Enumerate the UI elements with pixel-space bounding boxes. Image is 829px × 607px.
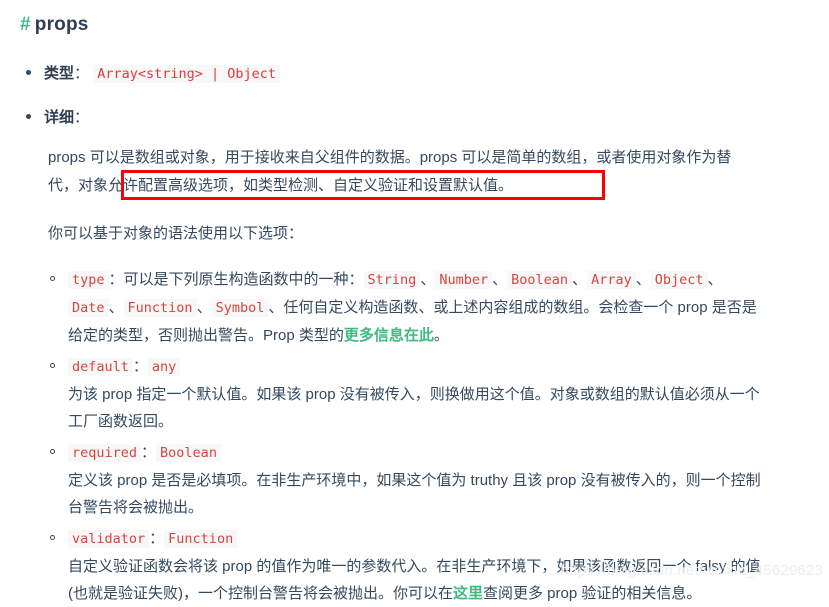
option-value-required: Boolean xyxy=(156,443,221,462)
highlighted-sentence: 对象允许配置高级选项，如类型检测、自定义验证和设置默认值。 xyxy=(78,176,514,194)
option-value-default: any xyxy=(147,357,181,376)
type-option-Object: Object xyxy=(650,270,708,289)
option-desc-type-before: 可以是下列原生构造函数中的一种： xyxy=(123,270,364,288)
option-default-head: default： any xyxy=(68,357,181,376)
type-option-String: String xyxy=(363,270,421,289)
type-option-Symbol: Symbol xyxy=(211,298,269,317)
sep: 、 xyxy=(268,298,284,316)
detail-body: props 可以是数组或对象，用于接收来自父组件的数据。props 可以是简单的… xyxy=(48,144,809,607)
option-colon-type: ： xyxy=(108,270,124,288)
type-option-Array: Array xyxy=(587,270,636,289)
option-name-default: default xyxy=(68,357,133,376)
option-name-required: required xyxy=(68,443,142,462)
type-colon: ： xyxy=(74,64,90,82)
circle-bullet-icon xyxy=(50,534,55,540)
type-value-code: Array<string> | Object xyxy=(93,64,281,83)
option-required-head: required： Boolean xyxy=(68,443,221,462)
type-label: 类型 xyxy=(44,64,75,82)
heading-text: props xyxy=(34,14,89,35)
type-option-Function: Function xyxy=(123,298,197,317)
intro-paragraph: props 可以是数组或对象，用于接收来自父组件的数据。props 可以是简单的… xyxy=(48,144,738,200)
detail-label: 详细 xyxy=(44,109,75,127)
option-desc-type-tail: 。 xyxy=(433,326,449,344)
option-validator-head: validator： Function xyxy=(68,529,238,548)
list-item-type: 类型： Array<string> | Object xyxy=(14,63,809,86)
options-list: type ：可以是下列原生构造函数中的一种： String、 Number、 Boole… xyxy=(48,266,809,607)
option-desc-default: 为该 prop 指定一个默认值。如果该 prop 没有被传入，则换做用这个值。对… xyxy=(68,385,760,430)
circle-bullet-icon xyxy=(50,362,55,368)
bullet-icon xyxy=(26,114,31,120)
sep: 、 xyxy=(420,270,436,288)
sep: 、 xyxy=(108,298,124,316)
option-colon-default: ： xyxy=(132,357,148,375)
circle-bullet-icon xyxy=(50,448,55,454)
document-page: # props 类型： Array<string> | Object 详细： pr… xyxy=(0,0,829,602)
watermark: https://blog.csdn.net/weixin_45629623 xyxy=(560,562,823,579)
bullet-icon xyxy=(26,69,31,75)
sep: 、 xyxy=(196,298,212,316)
circle-bullet-icon xyxy=(50,275,55,281)
sep: 、 xyxy=(492,270,508,288)
option-desc-required: 定义该 prop 是否是必填项。在非生产环境中，如果这个值为 truthy 且该… xyxy=(68,471,761,516)
heading-anchor-icon[interactable]: # xyxy=(20,14,31,35)
page-title: # props xyxy=(20,14,809,37)
here-link[interactable]: 这里 xyxy=(453,585,483,602)
detail-colon: ： xyxy=(74,109,90,127)
option-default: default： any 为该 prop 指定一个默认值。如果该 prop 没有被… xyxy=(48,353,768,435)
option-value-validator: Function xyxy=(164,529,238,548)
props-definition-list: 类型： Array<string> | Object 详细： props 可以是… xyxy=(14,63,809,607)
option-desc-validator-after: 查阅更多 prop 验证的相关信息。 xyxy=(483,584,702,602)
sep: 、 xyxy=(635,270,651,288)
type-option-Date: Date xyxy=(68,298,109,317)
type-option-Number: Number xyxy=(435,270,493,289)
list-item-detail: 详细： props 可以是数组或对象，用于接收来自父组件的数据。props 可以… xyxy=(14,107,809,607)
type-option-Boolean: Boolean xyxy=(507,270,573,289)
sep: 、 xyxy=(572,270,588,288)
more-info-link[interactable]: 更多信息在此 xyxy=(344,327,434,344)
options-lead-paragraph: 你可以基于对象的语法使用以下选项： xyxy=(48,224,304,242)
option-required: required： Boolean 定义该 prop 是否是必填项。在非生产环境中… xyxy=(48,439,768,521)
option-name-validator: validator xyxy=(68,529,150,548)
option-colon-required: ： xyxy=(141,443,157,461)
option-name-type: type xyxy=(68,270,109,289)
option-type: type ：可以是下列原生构造函数中的一种： String、 Number、 Boole… xyxy=(48,266,768,349)
sep: 、 xyxy=(707,270,723,288)
option-colon-validator: ： xyxy=(149,529,165,547)
